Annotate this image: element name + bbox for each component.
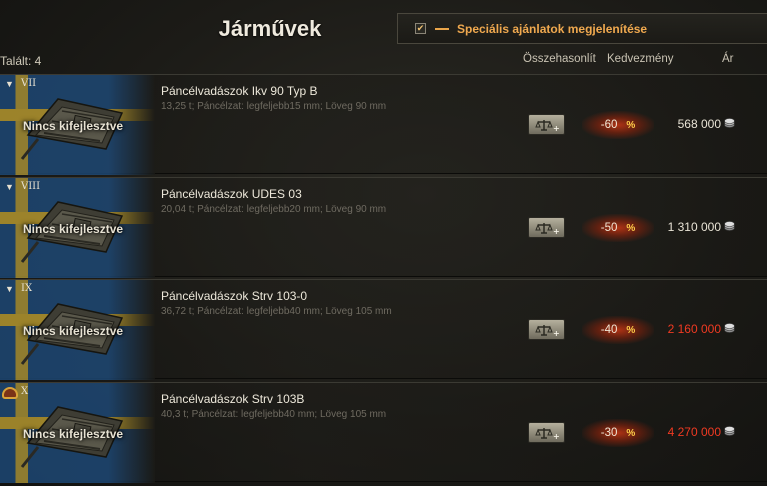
- vehicle-row[interactable]: ▼ VII Nincs kifejlesztve Páncélvadászok …: [0, 74, 767, 175]
- vehicle-specs: 40,3 t; Páncélzat: legfeljebb40 mm; Löve…: [161, 409, 387, 420]
- silver-coin-icon: [724, 323, 735, 333]
- discount-value: -50: [600, 222, 618, 234]
- scales-plus-icon: +: [534, 427, 559, 440]
- page-title: Járművek: [218, 16, 322, 41]
- vehicle-name[interactable]: Páncélvadászok Strv 103B: [161, 392, 304, 406]
- vehicle-name[interactable]: Páncélvadászok Ikv 90 Typ B: [161, 84, 318, 98]
- vehicle-specs: 13,25 t; Páncélzat: legfeljebb15 mm; Löv…: [161, 101, 387, 112]
- research-status: Nincs kifejlesztve: [23, 222, 124, 236]
- column-price: Ár: [722, 53, 734, 65]
- special-offers-toggle[interactable]: ✔ Speciális ajánlatok megjelenítése: [397, 13, 767, 44]
- scales-plus-icon: +: [534, 222, 559, 235]
- vehicle-row[interactable]: ▼ IX Nincs kifejlesztve Páncélvadászok S…: [0, 279, 767, 380]
- elite-badge-icon: [2, 387, 18, 399]
- vehicle-specs: 20,04 t; Páncélzat: legfeljebb20 mm; Löv…: [161, 204, 387, 215]
- vehicle-name[interactable]: Páncélvadászok UDES 03: [161, 187, 302, 201]
- vehicle-row[interactable]: ▼ VIII Nincs kifejlesztve Páncélvadászok…: [0, 177, 767, 278]
- research-status: Nincs kifejlesztve: [23, 427, 124, 441]
- compare-button[interactable]: +: [528, 319, 565, 340]
- discount-value: -30: [600, 427, 618, 439]
- price-value: 568 000: [677, 117, 721, 131]
- column-discount: Kedvezmény: [607, 53, 674, 65]
- scales-plus-icon: +: [534, 324, 559, 337]
- svg-text:+: +: [553, 227, 559, 235]
- triangle-down-icon[interactable]: ▼: [5, 182, 14, 192]
- triangle-down-icon[interactable]: ▼: [5, 79, 14, 89]
- silver-coin-icon: [724, 221, 735, 231]
- discount-value: -40: [600, 324, 618, 336]
- compare-button[interactable]: +: [528, 217, 565, 238]
- silver-coin-icon: [724, 118, 735, 128]
- dash-icon: [435, 27, 449, 30]
- column-compare: Összehasonlít: [523, 53, 596, 65]
- special-offers-checkbox[interactable]: ✔: [415, 23, 426, 34]
- price-value: 2 160 000: [667, 322, 721, 336]
- svg-text:+: +: [553, 329, 559, 337]
- vehicle-row[interactable]: X Nincs kifejlesztve Páncélvadászok Strv…: [0, 382, 767, 483]
- price-value: 4 270 000: [667, 425, 721, 439]
- compare-button[interactable]: +: [528, 422, 565, 443]
- svg-text:+: +: [553, 432, 559, 440]
- discount-value: -60: [600, 119, 618, 131]
- scales-plus-icon: +: [534, 119, 559, 132]
- vehicle-specs: 36,72 t; Páncélzat: legfeljebb40 mm; Löv…: [161, 306, 392, 317]
- compare-button[interactable]: +: [528, 114, 565, 135]
- silver-coin-icon: [724, 426, 735, 436]
- result-count: Talált: 4: [0, 54, 42, 68]
- svg-text:+: +: [553, 124, 559, 132]
- research-status: Nincs kifejlesztve: [23, 324, 124, 338]
- research-status: Nincs kifejlesztve: [23, 119, 124, 133]
- triangle-down-icon[interactable]: ▼: [5, 284, 14, 294]
- price-value: 1 310 000: [667, 220, 721, 234]
- special-offers-label[interactable]: Speciális ajánlatok megjelenítése: [457, 22, 647, 36]
- vehicle-name[interactable]: Páncélvadászok Strv 103-0: [161, 289, 307, 303]
